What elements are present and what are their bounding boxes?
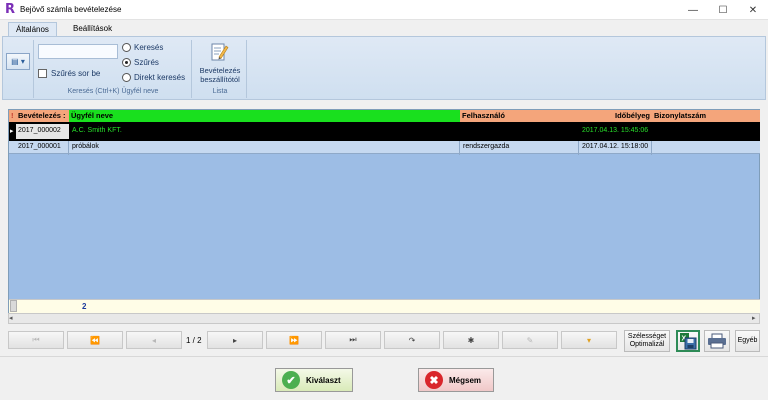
scroll-left-icon[interactable]: ◂ (9, 314, 13, 322)
optimize-width-label-2: Optimalizál (629, 341, 665, 348)
receive-button-label-line2: beszállítótól (200, 75, 240, 84)
tab-beallitasok[interactable]: Beállítások (66, 22, 119, 36)
cancel-button-label: Mégsem (449, 375, 482, 385)
next-page-button[interactable]: ⏩ (266, 331, 322, 349)
column-header-user[interactable]: Felhasználó (460, 110, 579, 122)
maximize-button[interactable]: ☐ (708, 0, 738, 20)
cell-user[interactable] (461, 125, 579, 139)
radio-direct-search[interactable] (122, 73, 131, 82)
page-indicator: 1 / 2 (186, 336, 202, 345)
export-excel-button[interactable]: X (676, 330, 700, 352)
last-record-button[interactable]: ⏭ (325, 331, 381, 349)
excel-save-icon: X (680, 333, 697, 350)
other-button[interactable]: Egyéb (735, 330, 760, 352)
select-button-label: Kiválaszt (306, 375, 341, 385)
refresh-button[interactable]: ↷ (384, 331, 440, 349)
edit-document-icon (211, 43, 229, 61)
horizontal-scrollbar[interactable] (8, 313, 760, 324)
first-record-button[interactable]: ⏮ (8, 331, 64, 349)
cell-user[interactable]: rendszergazda (461, 141, 579, 155)
ribbon-separator (33, 40, 34, 98)
radio-search[interactable] (122, 43, 131, 52)
radio-search-label: Keresés (134, 43, 164, 52)
cell-receipt-id[interactable]: 2017_000001 (16, 141, 69, 155)
cell-timestamp[interactable]: 2017.04.13. 15:45:06 (580, 125, 652, 139)
optimize-width-button[interactable]: Szélességet Optimalizál (624, 330, 670, 352)
new-record-button[interactable]: ✱ (443, 331, 499, 349)
summary-count: 2 (82, 302, 87, 311)
radio-filter-label: Szűrés (134, 58, 159, 67)
cancel-button[interactable]: ✖ Mégsem (418, 368, 494, 392)
radio-direct-search-label: Direkt keresés (134, 73, 186, 82)
column-header-customer[interactable]: Ügyfél neve (69, 110, 460, 122)
ribbon-separator (246, 40, 247, 98)
next-record-button[interactable]: ▸ (207, 331, 263, 349)
scroll-right-icon[interactable]: ▸ (752, 314, 756, 322)
column-header-timestamp[interactable]: Időbélyeg (579, 110, 652, 122)
current-row-indicator-icon: ▸ (10, 128, 14, 135)
cell-timestamp[interactable]: 2017.04.12. 15:18:00 (580, 141, 652, 155)
column-header-receipt[interactable]: Bevételezés : (16, 110, 69, 122)
select-button[interactable]: ✔ Kiválaszt (275, 368, 353, 392)
minimize-button[interactable]: — (678, 0, 708, 20)
checkmark-icon: ✔ (282, 371, 300, 389)
optimize-width-label-1: Szélességet (627, 333, 667, 340)
print-button[interactable] (704, 330, 730, 352)
view-menu-button[interactable]: ▤ ▾ (6, 53, 30, 70)
list-group-label: Lista (212, 88, 228, 95)
receive-button-label-line1: Bevételezés (199, 66, 241, 75)
ribbon-separator (191, 40, 192, 98)
filter-dropdown-button[interactable]: ▾ (561, 331, 617, 349)
filter-row-checkbox[interactable] (38, 69, 47, 78)
app-logo: R (5, 2, 16, 17)
receive-button-label: Bevételezés beszállítótól (196, 66, 244, 84)
cell-receipt-id[interactable]: 2017_000002 (16, 124, 69, 139)
cell-doc-number[interactable] (653, 141, 760, 155)
radio-filter[interactable] (122, 58, 131, 67)
filter-row-label: Szűrés sor be (51, 69, 101, 78)
divider (0, 356, 768, 357)
edit-record-button[interactable]: ✎ (502, 331, 558, 349)
summary-row-indicator (10, 300, 17, 312)
row-indicator-header: ! (9, 110, 16, 122)
column-header-doc-number[interactable]: Bizonylatszám (652, 110, 760, 122)
grid-view-icon: ▤ ▾ (11, 57, 25, 66)
search-input[interactable] (38, 44, 118, 59)
cell-customer[interactable]: próbálok (70, 141, 460, 155)
search-group-label: Keresés (Ctrl+K) Ügyfél neve (67, 88, 159, 95)
cell-doc-number[interactable] (653, 125, 760, 139)
close-button[interactable]: ✕ (738, 0, 768, 20)
grid-summary-row (9, 299, 760, 314)
close-circle-icon: ✖ (425, 371, 443, 389)
printer-icon (708, 333, 726, 349)
previous-record-button[interactable]: ◂ (126, 331, 182, 349)
window-title: Bejövő számla bevételezése (20, 5, 122, 14)
tab-altalanos[interactable]: Általános (8, 22, 57, 36)
previous-page-button[interactable]: ⏪ (67, 331, 123, 349)
cell-customer[interactable]: A.C. Smith KFT. (70, 125, 460, 139)
